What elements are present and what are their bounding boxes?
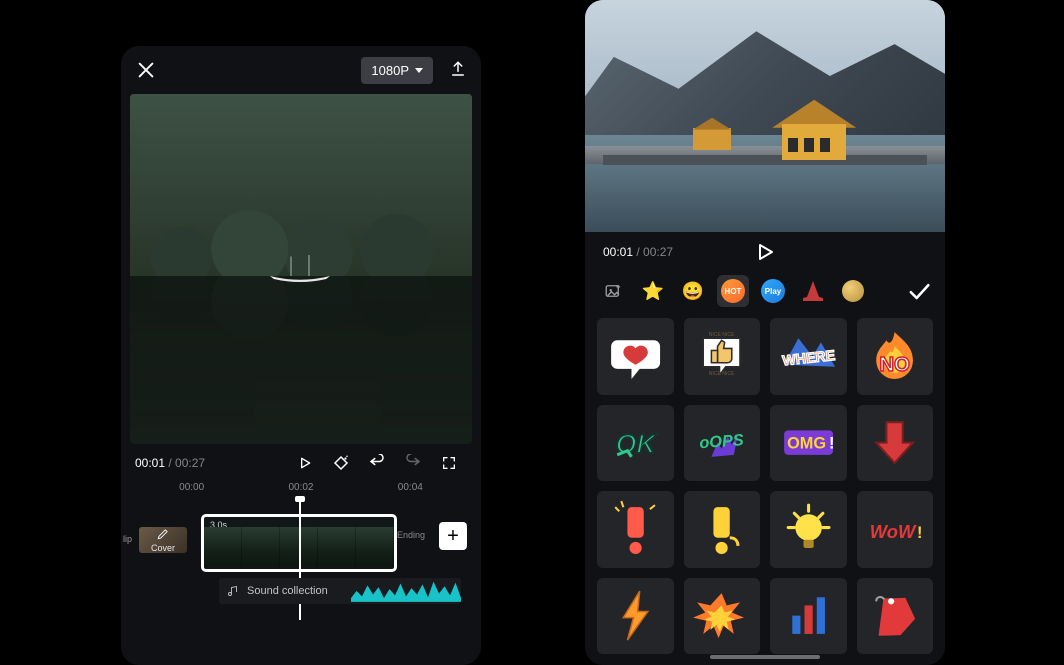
chevron-down-icon xyxy=(415,68,423,73)
sound-track[interactable]: Sound collection xyxy=(219,578,461,604)
timeline[interactable]: lip Cover 3.0s Ending + xyxy=(121,500,481,574)
sticker-category-tabs: ⭐ 😀 HOT Play xyxy=(585,272,945,310)
sticker-burst[interactable] xyxy=(684,578,761,655)
close-button[interactable] xyxy=(135,59,157,81)
sticker-bolt[interactable] xyxy=(597,578,674,655)
svg-text:NICE NICE: NICE NICE xyxy=(709,371,735,377)
video-preview-right[interactable] xyxy=(585,0,945,232)
keyframe-button[interactable] xyxy=(327,449,355,477)
boat-graphic xyxy=(250,255,350,285)
tab-hot[interactable]: HOT xyxy=(717,275,749,307)
sound-label: Sound collection xyxy=(247,585,328,597)
waveform-icon xyxy=(351,578,461,602)
fullscreen-button[interactable] xyxy=(435,449,463,477)
video-preview[interactable] xyxy=(130,94,472,444)
export-button[interactable] xyxy=(449,60,467,80)
sticker-where[interactable]: WHERE xyxy=(770,318,847,395)
undo-button[interactable] xyxy=(363,449,391,477)
coin-icon xyxy=(842,280,864,302)
sticker-exclaim-red[interactable] xyxy=(597,491,674,568)
sticker-bars[interactable] xyxy=(770,578,847,655)
sticker-nice-thumbs-up[interactable]: NICE NICE NICE NICE xyxy=(684,318,761,395)
pencil-icon xyxy=(156,527,170,541)
duration-time: / 00:27 xyxy=(165,456,205,470)
tab-star[interactable]: ⭐ xyxy=(637,275,669,307)
sticker-exclaim-yellow[interactable] xyxy=(684,491,761,568)
home-indicator xyxy=(710,655,820,659)
editor-panel: 1080P 00:01 / 00:27 xyxy=(121,46,481,665)
sticker-grid: NICE NICE NICE NICE WHERE NO OK oOPS OMG! xyxy=(585,310,945,662)
svg-text:NO: NO xyxy=(879,354,910,376)
resolution-selector[interactable]: 1080P xyxy=(361,57,433,84)
redo-button[interactable] xyxy=(399,449,427,477)
svg-text:!: ! xyxy=(917,523,922,541)
add-clip-button[interactable]: + xyxy=(439,522,467,550)
tab-play[interactable]: Play xyxy=(757,275,789,307)
tab-coin[interactable] xyxy=(837,275,869,307)
svg-text:oOPS: oOPS xyxy=(699,431,745,452)
current-time-right: 00:01 / 00:27 xyxy=(603,245,673,259)
svg-text:OMG: OMG xyxy=(787,435,826,453)
sticker-tag[interactable] xyxy=(857,578,934,655)
svg-text:NICE NICE: NICE NICE xyxy=(709,332,735,338)
sticker-oops[interactable]: oOPS xyxy=(684,405,761,482)
svg-text:!: ! xyxy=(829,435,834,453)
cover-thumbnail[interactable]: Cover xyxy=(139,527,187,553)
resolution-label: 1080P xyxy=(371,63,409,78)
sticker-panel: 00:01 / 00:27 ⭐ 😀 HOT Play xyxy=(585,0,945,665)
tab-santa[interactable] xyxy=(797,275,829,307)
sticker-heart-bubble[interactable] xyxy=(597,318,674,395)
current-time: 00:01 xyxy=(135,456,165,470)
preview-controls: 00:01 / 00:27 xyxy=(121,444,481,482)
santa-hat-icon xyxy=(803,281,823,301)
sticker-wow[interactable]: WoW! xyxy=(857,491,934,568)
sticker-ok[interactable]: OK xyxy=(597,405,674,482)
confirm-button[interactable] xyxy=(905,277,933,305)
sticker-omg[interactable]: OMG! xyxy=(770,405,847,482)
sticker-lightbulb[interactable] xyxy=(770,491,847,568)
music-icon xyxy=(227,585,239,597)
tab-image-add[interactable] xyxy=(597,275,629,307)
editor-header: 1080P xyxy=(121,46,481,94)
preview-controls-right: 00:01 / 00:27 xyxy=(585,232,945,272)
sticker-no-flame[interactable]: NO xyxy=(857,318,934,395)
play-button-right[interactable] xyxy=(753,240,777,264)
play-button[interactable] xyxy=(291,449,319,477)
sticker-down-arrow[interactable] xyxy=(857,405,934,482)
tab-smile[interactable]: 😀 xyxy=(677,275,709,307)
ending-label: Ending xyxy=(397,530,425,540)
svg-text:WoW: WoW xyxy=(870,520,917,541)
